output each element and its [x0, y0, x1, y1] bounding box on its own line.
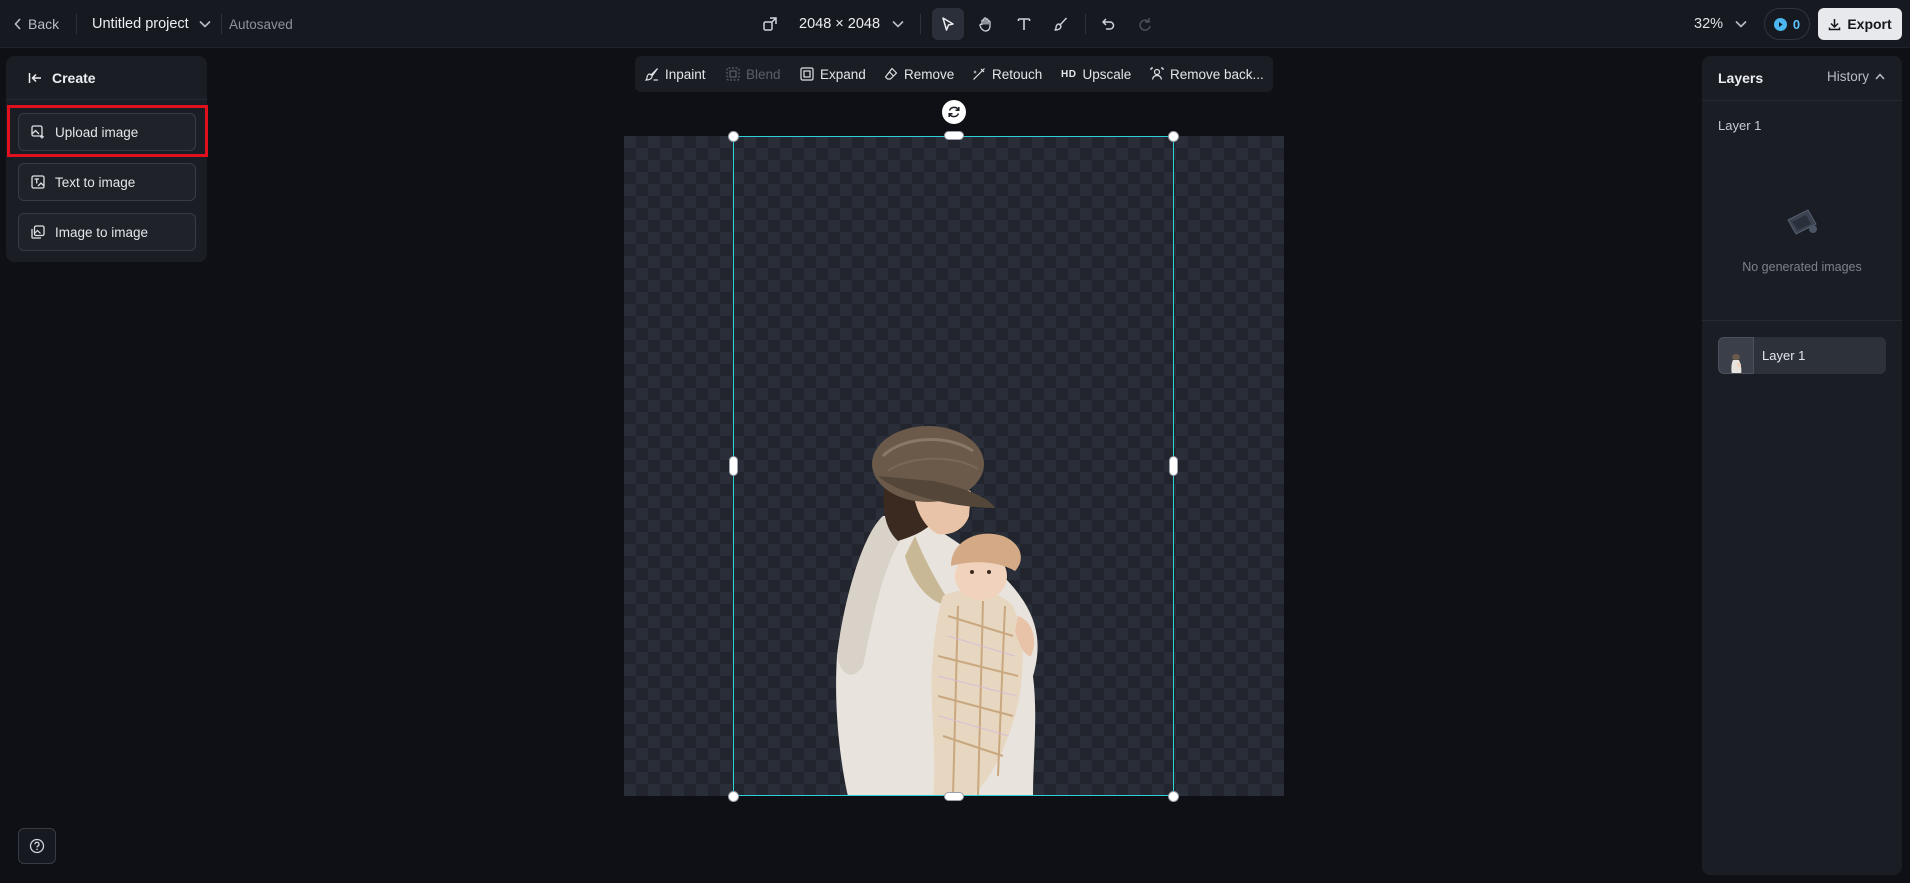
zoom-value: 32% [1694, 16, 1724, 32]
remove-background-button[interactable]: Remove back... [1150, 56, 1264, 92]
resize-handle-top[interactable] [944, 131, 964, 140]
history-tab[interactable]: History [1827, 69, 1885, 84]
autosaved-status: Autosaved [229, 16, 293, 32]
chevron-down-icon [1735, 20, 1747, 28]
upload-highlight-box [7, 105, 208, 157]
select-tool[interactable] [932, 8, 964, 40]
remove-label: Remove [904, 66, 955, 82]
blend-button[interactable]: Blend [726, 56, 781, 92]
layers-panel: Layers History Layer 1 No generated imag… [1702, 56, 1902, 875]
blend-label: Blend [746, 66, 781, 82]
resize-handle-right[interactable] [1169, 456, 1178, 476]
resize-handle-top-left[interactable] [728, 131, 739, 142]
expand-button[interactable]: Expand [800, 56, 866, 92]
upscale-label: Upscale [1082, 66, 1132, 82]
history-label: History [1827, 69, 1870, 84]
inpaint-button[interactable]: Inpaint [645, 56, 706, 92]
create-panel: Create Upload image Text to image Image … [6, 56, 207, 262]
resize-canvas-button[interactable] [754, 8, 786, 40]
text-icon [1017, 18, 1031, 30]
selection-box [733, 136, 1174, 796]
divider [76, 14, 77, 34]
resize-handle-bottom-right[interactable] [1168, 791, 1179, 802]
redo-icon [1139, 18, 1151, 31]
image-to-image-label: Image to image [55, 224, 149, 240]
image-to-image-button[interactable]: Image to image [18, 213, 196, 251]
back-label: Back [28, 16, 60, 32]
divider [920, 14, 921, 34]
credits-icon [1773, 17, 1787, 31]
zoom-dropdown[interactable]: 32% [1694, 0, 1747, 48]
resize-handle-top-right[interactable] [1168, 131, 1179, 142]
back-button[interactable]: Back [14, 0, 59, 48]
canvas-size-dropdown[interactable]: 2048 × 2048 [799, 0, 904, 48]
canvas-size-value: 2048 × 2048 [799, 16, 881, 32]
expand-icon [800, 67, 814, 81]
inpaint-icon [645, 68, 658, 81]
chevron-down-icon [892, 20, 904, 28]
redo-button[interactable] [1129, 8, 1161, 40]
chevron-down-icon [199, 20, 211, 28]
person-cutout-icon [1150, 67, 1164, 80]
remove-button[interactable]: Remove [884, 56, 954, 92]
resize-icon [763, 17, 777, 31]
inpaint-label: Inpaint [665, 66, 706, 82]
brush-tool[interactable] [1045, 8, 1077, 40]
export-label: Export [1847, 16, 1892, 32]
undo-button[interactable] [1092, 8, 1124, 40]
help-icon [29, 838, 45, 854]
create-panel-title: Create [52, 69, 96, 86]
text-image-icon [31, 175, 45, 189]
chevron-up-icon [1875, 73, 1885, 80]
export-button[interactable]: Export [1818, 8, 1902, 40]
divider [221, 14, 222, 34]
credits-count: 0 [1792, 16, 1801, 32]
layer-item[interactable]: Layer 1 [1718, 337, 1886, 374]
text-tool[interactable] [1008, 8, 1040, 40]
resize-handle-bottom-left[interactable] [728, 791, 739, 802]
text-to-image-label: Text to image [55, 174, 136, 190]
image-stack-icon [31, 225, 45, 239]
divider [1702, 320, 1902, 321]
hd-icon: HD [1061, 68, 1077, 80]
no-generated-images-text: No generated images [1742, 260, 1862, 274]
layer-thumbnail [1718, 337, 1754, 374]
expand-label: Expand [820, 66, 866, 82]
text-to-image-button[interactable]: Text to image [18, 163, 196, 201]
divider [1085, 14, 1086, 34]
undo-icon [1102, 18, 1115, 30]
layers-tab[interactable]: Layers [1718, 70, 1763, 86]
empty-images-icon [1782, 202, 1822, 247]
blend-icon [726, 67, 740, 81]
layer-name: Layer 1 [1762, 348, 1806, 363]
project-name-dropdown[interactable]: Untitled project [92, 0, 211, 48]
upscale-button[interactable]: HD Upscale [1061, 56, 1131, 92]
project-name: Untitled project [92, 16, 189, 32]
help-button[interactable] [18, 828, 56, 864]
collapse-left-icon [28, 72, 41, 83]
resize-handle-bottom[interactable] [944, 792, 964, 801]
credits-badge[interactable]: 0 [1764, 8, 1810, 40]
remove-background-label: Remove back... [1170, 66, 1264, 82]
brush-icon [1054, 17, 1068, 31]
hand-tool[interactable] [970, 8, 1002, 40]
edit-toolbar: Inpaint Blend Expand Remove Retouch HD U… [635, 56, 1273, 92]
hand-icon [979, 17, 991, 32]
create-panel-header[interactable]: Create [6, 56, 207, 100]
chevron-left-icon [14, 18, 21, 30]
pointer-icon [942, 17, 954, 31]
download-icon [1829, 18, 1841, 30]
current-layer-label: Layer 1 [1718, 118, 1762, 133]
rotate-handle[interactable] [942, 100, 966, 124]
resize-handle-left[interactable] [729, 456, 738, 476]
rotate-icon [948, 106, 960, 118]
top-bar: Back Untitled project Autosaved 2048 × 2… [0, 0, 1910, 48]
divider [1702, 100, 1902, 101]
retouch-icon [973, 68, 985, 80]
retouch-button[interactable]: Retouch [972, 56, 1042, 92]
retouch-label: Retouch [992, 66, 1043, 82]
eraser-icon [884, 67, 898, 80]
